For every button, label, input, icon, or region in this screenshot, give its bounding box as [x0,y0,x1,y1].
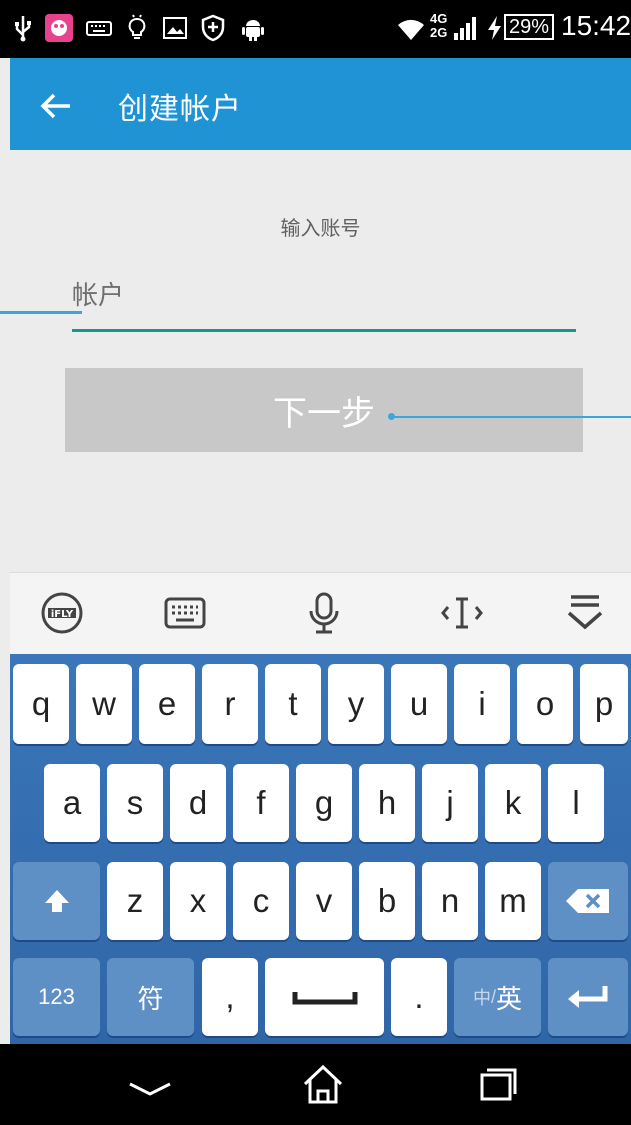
shield-icon [201,14,225,42]
back-arrow-icon[interactable] [36,86,76,126]
space-bar-icon [292,992,357,1005]
key-h[interactable]: h [359,764,415,842]
account-input[interactable] [72,268,576,332]
android-icon [242,20,264,41]
key-f[interactable]: f [233,764,289,842]
annotation-line-left [0,311,82,314]
enter-key[interactable] [548,958,628,1036]
navigation-bar [0,1044,631,1125]
key-g[interactable]: g [296,764,352,842]
key-o[interactable]: o [517,664,573,744]
shift-key[interactable] [13,862,100,940]
key-w[interactable]: w [76,664,132,744]
key-m[interactable]: m [485,862,541,940]
image-icon [163,17,187,39]
key-q[interactable]: q [13,664,69,744]
key-l[interactable]: l [548,764,604,842]
key-j[interactable]: j [422,764,478,842]
status-bar: 4G 2G 29% 15:42 [0,0,631,58]
clock: 15:42 [561,10,631,41]
backspace-key[interactable] [548,862,628,940]
key-s[interactable]: s [107,764,163,842]
lang-zh-label: 中 [472,988,491,1008]
key-c[interactable]: c [233,862,289,940]
key-r[interactable]: r [202,664,258,744]
key-d[interactable]: d [170,764,226,842]
comma-key[interactable]: , [202,958,258,1036]
keyboard-toolbar: iFLY [10,572,631,655]
key-e[interactable]: e [139,664,195,744]
shift-arrow-icon [44,890,69,912]
collapse-keyboard-icon[interactable] [563,591,607,635]
language-toggle-key[interactable]: 中 / 英 [454,958,541,1036]
ifly-logo-icon[interactable]: iFLY [40,591,84,635]
key-k[interactable]: k [485,764,541,842]
key-p[interactable]: p [580,664,628,744]
account-form: 输入账号 下一步 [10,150,631,572]
space-key[interactable] [265,958,384,1036]
cursor-icon[interactable] [440,591,484,635]
nav-home-icon[interactable] [301,1062,345,1106]
account-prompt: 输入账号 [280,216,361,240]
period-key[interactable]: . [391,958,447,1036]
symbols-key[interactable]: 符 [107,958,194,1036]
key-a[interactable]: a [44,764,100,842]
usb-icon [15,16,31,42]
annotation-line-right [392,416,631,418]
key-b[interactable]: b [359,862,415,940]
page-title: 创建帐户 [118,92,242,127]
keyboard-icon[interactable] [163,591,207,635]
svg-text:iFLY: iFLY [51,609,74,620]
nav-recents-icon[interactable] [476,1062,520,1106]
key-y[interactable]: y [328,664,384,744]
enter-arrow-icon [568,986,608,1008]
key-n[interactable]: n [422,862,478,940]
microphone-icon[interactable] [302,591,346,635]
network-type-label: 4G 2G [430,11,448,40]
numbers-key[interactable]: 123 [13,958,100,1036]
key-t[interactable]: t [265,664,321,744]
key-v[interactable]: v [296,862,352,940]
key-i[interactable]: i [454,664,510,744]
next-button[interactable]: 下一步 [65,368,583,452]
keyboard: q w e r t y u i o p a s d f g h j k l z … [10,654,631,1044]
key-x[interactable]: x [170,862,226,940]
lang-en-label: 英 [496,983,523,1014]
battery-level: 29% [504,14,555,40]
wifi-icon [398,19,424,40]
lightbulb-icon [128,14,146,39]
key-z[interactable]: z [107,862,163,940]
keyboard-notification-icon [86,21,112,36]
signal-icon [454,17,476,40]
app-notification-icon [45,14,73,42]
key-u[interactable]: u [391,664,447,744]
nav-back-icon[interactable] [128,1062,172,1106]
backspace-icon [566,889,609,913]
app-bar: 创建帐户 [10,58,631,150]
